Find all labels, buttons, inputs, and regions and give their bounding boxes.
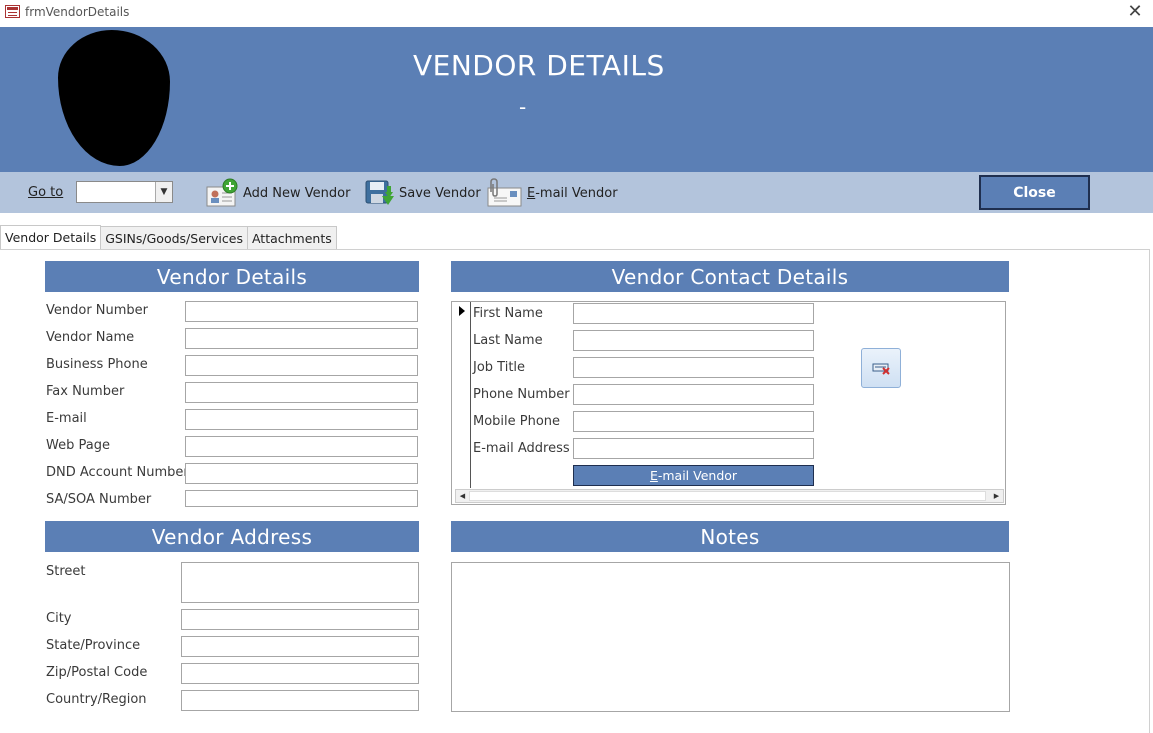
save-vendor-label: Save Vendor <box>399 185 481 201</box>
horizontal-scrollbar[interactable]: ◀ ▶ <box>455 489 1004 503</box>
email-address-field[interactable] <box>573 438 814 459</box>
mobile-phone-label: Mobile Phone <box>473 414 561 429</box>
business-phone-label: Business Phone <box>46 357 148 372</box>
sa-soa-number-label: SA/SOA Number <box>46 492 152 507</box>
vendor-contact-details-header: Vendor Contact Details <box>451 261 1009 292</box>
window-close-icon[interactable]: ✕ <box>1125 1 1145 22</box>
dnd-account-number-field[interactable] <box>185 463 418 484</box>
tab-attachments[interactable]: Attachments <box>246 226 337 249</box>
page-title: VENDOR DETAILS <box>413 49 665 82</box>
web-page-label: Web Page <box>46 438 110 453</box>
email-label: E-mail <box>46 411 87 426</box>
phone-number-label: Phone Number <box>473 387 570 402</box>
email-vendor-toolbar-button[interactable]: E-mail Vendor <box>485 177 618 209</box>
fax-number-field[interactable] <box>185 382 418 403</box>
street-label: Street <box>46 564 86 579</box>
country-region-field[interactable] <box>181 690 419 711</box>
redacted-logo <box>58 30 170 166</box>
state-province-field[interactable] <box>181 636 419 657</box>
zip-postal-code-label: Zip/Postal Code <box>46 665 148 680</box>
notes-header: Notes <box>451 521 1009 552</box>
email-field[interactable] <box>185 409 418 430</box>
header-banner: VENDOR DETAILS - <box>0 27 1153 172</box>
fax-number-label: Fax Number <box>46 384 125 399</box>
scroll-left-icon[interactable]: ◀ <box>456 490 469 502</box>
chevron-down-icon[interactable]: ▼ <box>155 182 172 202</box>
first-name-field[interactable] <box>573 303 814 324</box>
notes-textarea[interactable] <box>451 562 1010 712</box>
form-icon <box>5 5 20 18</box>
save-vendor-button[interactable]: Save Vendor <box>365 177 481 209</box>
city-field[interactable] <box>181 609 419 630</box>
contact-subform: First Name Last Name Job Title Phone Num… <box>451 301 1006 505</box>
close-button[interactable]: Close <box>979 175 1090 210</box>
tab-gsins-goods-services[interactable]: GSINs/Goods/Services <box>100 226 248 249</box>
floppy-save-icon <box>365 178 395 208</box>
email-vendor-toolbar-label-rest: -mail Vendor <box>535 185 618 201</box>
vendor-number-field[interactable] <box>185 301 418 322</box>
vendor-number-label: Vendor Number <box>46 303 149 318</box>
add-new-vendor-button[interactable]: Add New Vendor <box>206 177 350 209</box>
state-province-label: State/Province <box>46 638 141 653</box>
scroll-right-icon[interactable]: ▶ <box>990 490 1003 502</box>
email-vendor-toolbar-label: E-mail Vendor <box>527 185 618 201</box>
page-subtitle: - <box>519 95 527 119</box>
last-name-field[interactable] <box>573 330 814 351</box>
mobile-phone-field[interactable] <box>573 411 814 432</box>
sa-soa-number-field[interactable] <box>185 490 418 507</box>
street-field[interactable] <box>181 562 419 603</box>
window-title: frmVendorDetails <box>25 5 130 19</box>
vendor-name-label: Vendor Name <box>46 330 135 345</box>
email-vendor-contact-button[interactable]: E-mail Vendor <box>573 465 814 486</box>
job-title-label: Job Title <box>473 360 526 375</box>
zip-postal-code-field[interactable] <box>181 663 419 684</box>
add-contact-card-icon <box>206 178 239 208</box>
tab-strip: Vendor Details GSINs/Goods/Services Atta… <box>0 225 337 249</box>
current-record-arrow-icon <box>459 306 465 316</box>
add-new-vendor-label: Add New Vendor <box>243 185 351 201</box>
email-vendor-contact-label: E-mail Vendor <box>649 468 738 483</box>
country-region-label: Country/Region <box>46 692 147 707</box>
goto-label-text: Go to <box>28 185 64 200</box>
record-selector[interactable] <box>452 302 471 488</box>
vendor-address-header: Vendor Address <box>45 521 419 552</box>
vendor-details-header: Vendor Details <box>45 261 419 292</box>
city-label: City <box>46 611 72 626</box>
web-page-field[interactable] <box>185 436 418 457</box>
email-vendor-contact-label-rest: -mail Vendor <box>657 468 738 483</box>
toolbar: Go to ▼ Add New Vendor Save Vendor E-mai… <box>0 172 1153 213</box>
first-name-label: First Name <box>473 306 543 321</box>
delete-record-icon <box>872 363 890 375</box>
tab-vendor-details[interactable]: Vendor Details <box>0 225 102 249</box>
window-titlebar: frmVendorDetails ✕ <box>0 0 1153 27</box>
email-address-label: E-mail Address <box>473 441 570 456</box>
envelope-paperclip-icon <box>485 178 523 208</box>
vendor-name-field[interactable] <box>185 328 418 349</box>
goto-combobox[interactable]: ▼ <box>76 181 173 203</box>
job-title-field[interactable] <box>573 357 814 378</box>
dnd-account-number-label: DND Account Number <box>46 465 189 480</box>
goto-label: Go to <box>28 185 63 200</box>
phone-number-field[interactable] <box>573 384 814 405</box>
delete-contact-button[interactable] <box>861 348 901 388</box>
last-name-label: Last Name <box>473 333 543 348</box>
business-phone-field[interactable] <box>185 355 418 376</box>
scrollbar-thumb[interactable] <box>469 491 986 501</box>
